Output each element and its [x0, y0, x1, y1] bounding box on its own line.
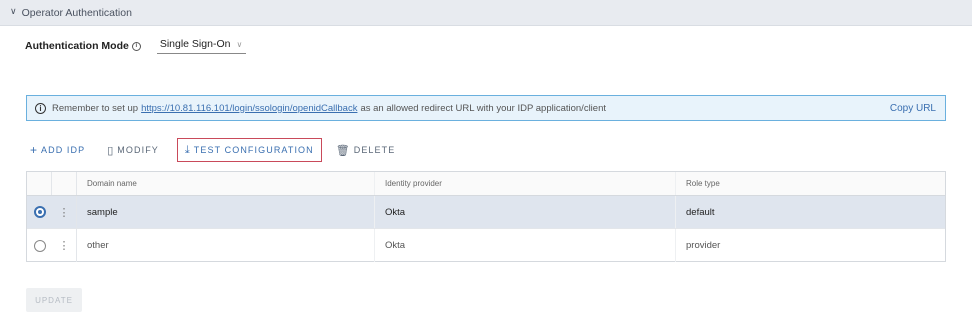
- role-cell: default: [686, 206, 715, 218]
- table-row[interactable]: ⋮ sample Okta default: [27, 196, 945, 229]
- modify-label: MODIFY: [117, 145, 159, 155]
- test-configuration-button[interactable]: ⤓ TEST CONFIGURATION: [176, 138, 322, 162]
- plus-icon: +: [30, 143, 38, 157]
- actions-column-header: [52, 172, 77, 195]
- column-header-role[interactable]: Role type: [676, 172, 945, 195]
- delete-button[interactable]: 🗑︎ DELETE: [332, 138, 400, 162]
- chevron-down-icon: ∨: [236, 39, 243, 49]
- row-radio[interactable]: [33, 239, 46, 252]
- role-cell: provider: [686, 240, 721, 251]
- info-icon[interactable]: i: [131, 41, 141, 51]
- provider-cell: Okta: [375, 229, 676, 262]
- column-header-provider[interactable]: Identity provider: [375, 172, 676, 195]
- download-icon: ⤓: [184, 143, 190, 156]
- idp-table: Domain name Identity provider Role type …: [26, 171, 946, 262]
- trash-icon: 🗑︎: [335, 144, 350, 157]
- authentication-mode-label: Authentication Mode: [25, 40, 129, 52]
- test-configuration-label: TEST CONFIGURATION: [193, 145, 314, 155]
- row-radio[interactable]: [33, 206, 46, 218]
- section-header-operator-authentication[interactable]: ∨ Operator Authentication: [0, 0, 972, 26]
- select-column-header: [27, 172, 52, 195]
- banner-suffix: as an allowed redirect URL with your IDP…: [360, 102, 606, 114]
- table-row[interactable]: ⋮ other Okta provider: [27, 229, 945, 262]
- domain-cell: sample: [77, 196, 375, 228]
- update-button[interactable]: UPDATE: [26, 288, 82, 312]
- chevron-down-icon: ∨: [10, 6, 17, 16]
- row-actions-icon[interactable]: ⋮: [52, 229, 77, 262]
- copy-url-button[interactable]: Copy URL: [890, 103, 936, 114]
- add-idp-label: ADD IDP: [41, 145, 86, 155]
- row-select-cell: [27, 196, 52, 228]
- redirect-url-link[interactable]: https://10.81.116.101/login/ssologin/ope…: [141, 103, 357, 114]
- domain-cell: other: [77, 229, 375, 262]
- table-header: Domain name Identity provider Role type: [27, 172, 945, 196]
- info-icon: i: [35, 102, 46, 114]
- banner-prefix: Remember to set up: [52, 102, 139, 114]
- authentication-mode-value: Single Sign-On: [159, 38, 231, 50]
- section-title: Operator Authentication: [21, 6, 132, 19]
- provider-cell: Okta: [375, 196, 676, 228]
- add-idp-button[interactable]: + ADD IDP: [26, 138, 89, 162]
- authentication-mode-select[interactable]: Single Sign-On ∨: [156, 38, 247, 54]
- idp-toolbar: + ADD IDP ▯ MODIFY ⤓ TEST CONFIGURATION …: [26, 138, 413, 162]
- redirect-url-banner: i Remember to set up https://10.81.116.1…: [26, 95, 946, 121]
- authentication-mode-row: Authentication Mode i Single Sign-On ∨: [25, 38, 247, 54]
- delete-label: DELETE: [353, 145, 396, 155]
- document-icon: ▯: [107, 144, 114, 157]
- column-header-domain[interactable]: Domain name: [77, 172, 375, 195]
- row-select-cell: [27, 229, 52, 262]
- modify-button[interactable]: ▯ MODIFY: [103, 138, 163, 162]
- row-actions-icon[interactable]: ⋮: [52, 196, 77, 228]
